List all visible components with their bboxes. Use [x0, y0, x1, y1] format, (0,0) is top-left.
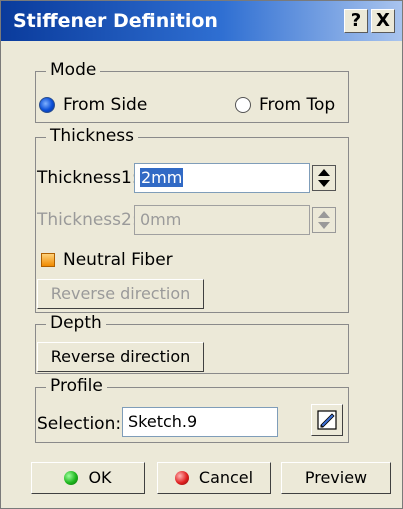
ok-icon — [64, 471, 79, 485]
neutral-fiber-checkbox[interactable] — [41, 253, 55, 267]
profile-legend: Profile — [46, 376, 107, 396]
thickness-legend: Thickness — [46, 126, 139, 146]
depth-reverse-direction-button[interactable]: Reverse direction — [37, 342, 204, 372]
cancel-label: Cancel — [198, 468, 254, 487]
thickness1-input[interactable]: 2mm — [134, 163, 310, 193]
from-side-label[interactable]: From Side — [63, 95, 147, 115]
depth-legend: Depth — [46, 313, 106, 333]
thickness1-spinner[interactable] — [312, 165, 336, 191]
thickness-reverse-direction-button[interactable]: Reverse direction — [37, 279, 204, 309]
stiffener-dialog: Stiffener Definition ? X Mode From Side … — [0, 0, 403, 509]
sketcher-icon — [317, 410, 337, 430]
close-button[interactable]: X — [371, 9, 395, 33]
selection-label: Selection: — [37, 414, 122, 434]
ok-label: OK — [88, 468, 112, 487]
from-top-radio[interactable] — [235, 97, 251, 113]
spin-up-icon[interactable] — [318, 211, 330, 218]
spin-down-icon[interactable] — [318, 180, 330, 187]
preview-button[interactable]: Preview — [281, 462, 391, 494]
thickness1-label: Thickness1: — [37, 168, 138, 188]
thickness2-spinner[interactable] — [312, 207, 336, 233]
cancel-button[interactable]: Cancel — [157, 462, 271, 494]
neutral-fiber-label[interactable]: Neutral Fiber — [63, 250, 173, 270]
ok-button[interactable]: OK — [31, 462, 145, 494]
thickness1-value: 2mm — [140, 168, 184, 187]
title-bar: Stiffener Definition ? X — [1, 1, 402, 41]
selection-input[interactable]: Sketch.9 — [122, 407, 278, 437]
selection-value: Sketch.9 — [128, 412, 198, 431]
from-top-label[interactable]: From Top — [259, 95, 335, 115]
dialog-title: Stiffener Definition — [13, 10, 218, 32]
from-side-radio[interactable] — [39, 97, 55, 113]
help-button[interactable]: ? — [344, 9, 368, 33]
thickness2-label: Thickness2: — [37, 210, 138, 230]
spin-down-icon[interactable] — [318, 222, 330, 229]
spin-up-icon[interactable] — [318, 169, 330, 176]
mode-legend: Mode — [46, 60, 101, 80]
thickness2-input[interactable]: 0mm — [134, 205, 310, 235]
sketch-button[interactable] — [311, 404, 343, 436]
cancel-icon — [174, 471, 189, 485]
thickness2-value: 0mm — [140, 210, 182, 229]
